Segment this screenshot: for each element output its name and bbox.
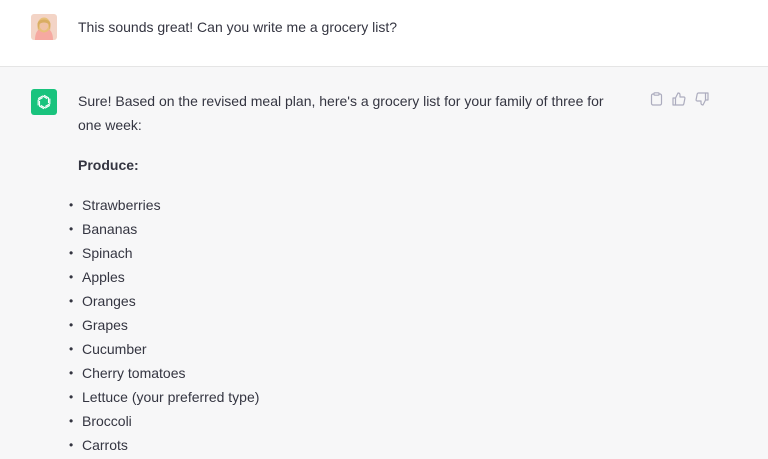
thumbs-up-button[interactable] [672,92,686,106]
user-message-row: This sounds great! Can you write me a gr… [0,0,768,67]
assistant-intro-text: Sure! Based on the revised meal plan, he… [78,93,604,133]
produce-heading: Produce: [78,157,139,173]
list-item: • Cucumber [69,337,623,361]
bullet-icon: • [69,390,74,404]
thumbs-down-icon [695,92,709,106]
assistant-message-content: Sure! Based on the revised meal plan, he… [69,89,623,457]
user-message-text: This sounds great! Can you write me a gr… [78,19,398,35]
bullet-icon: • [69,366,74,380]
bullet-icon: • [69,318,74,332]
thumbs-up-icon [672,92,686,106]
grocery-list: • Strawberries • Bananas • Spinach • Apples … [69,193,623,457]
list-item: • Cherry tomatoes [69,361,623,385]
list-item: • Carrots [69,433,623,457]
bullet-icon: • [69,246,74,260]
bullet-icon: • [69,342,74,356]
list-item: • Grapes [69,313,623,337]
bullet-icon: • [69,414,74,428]
clipboard-icon [650,92,662,106]
list-item: • Broccoli [69,409,623,433]
bullet-icon: • [69,198,74,212]
thumbs-down-button[interactable] [695,92,709,106]
bullet-icon: • [69,222,74,236]
user-avatar [31,14,57,40]
openai-logo-icon [31,89,57,115]
list-item: • Strawberries [69,193,623,217]
bullet-icon: • [69,294,74,308]
assistant-message-row: Sure! Based on the revised meal plan, he… [0,67,768,459]
list-item: • Oranges [69,289,623,313]
list-item: • Lettuce (your preferred type) [69,385,623,409]
copy-button[interactable] [649,92,663,106]
message-actions [649,92,709,106]
list-item: • Apples [69,265,623,289]
list-item: • Bananas [69,217,623,241]
list-item: • Spinach [69,241,623,265]
bullet-icon: • [69,270,74,284]
bullet-icon: • [69,438,74,452]
